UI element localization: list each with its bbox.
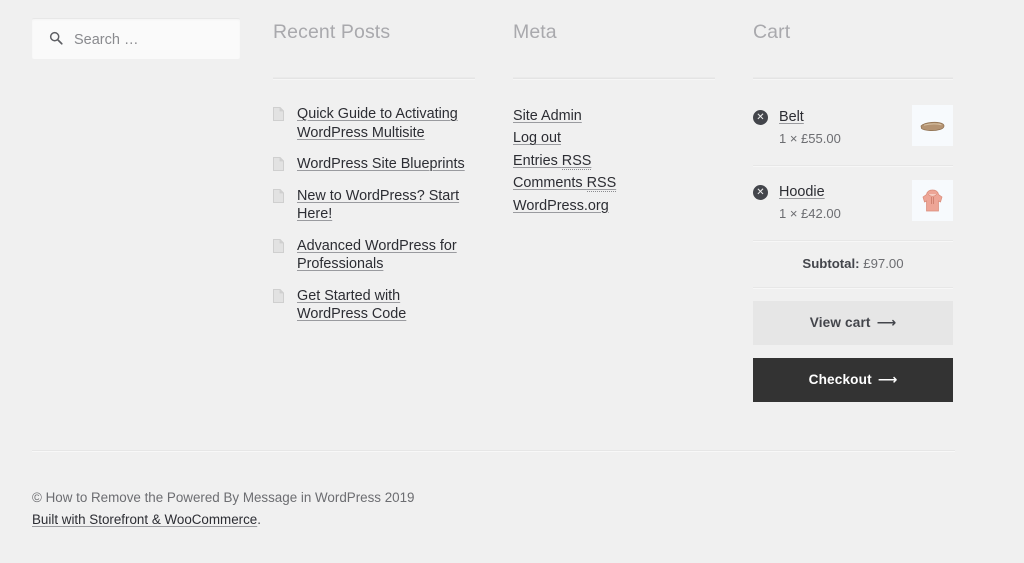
list-item: Site Admin [513,105,715,127]
post-link[interactable]: New to WordPress? Start Here! [297,188,459,223]
meta-link-site-admin[interactable]: Site Admin [513,108,582,124]
divider [273,77,475,79]
view-cart-button[interactable]: View cart ⟶ [753,301,953,345]
meta-title: Meta [513,21,557,43]
list-item: Log out [513,127,715,149]
footer-copyright: © How to Remove the Powered By Message i… [32,490,415,505]
cart-item: ✕ Hoodie 1 × £42.00 [753,166,953,241]
meta-link-wordpress-org[interactable]: WordPress.org [513,198,609,214]
list-item: WordPress Site Blueprints [273,155,475,174]
list-item: New to WordPress? Start Here! [273,187,475,224]
site-footer: © How to Remove the Powered By Message i… [32,487,632,531]
search-input[interactable] [72,19,232,61]
arrow-right-icon: ⟶ [877,372,898,388]
document-icon [273,188,284,203]
document-icon [273,238,284,253]
remove-item-icon[interactable]: ✕ [753,110,768,125]
cart-subtotal: Subtotal: £97.00 [753,241,953,288]
list-item: Advanced WordPress for Professionals [273,237,475,274]
cart-title: Cart [753,21,791,43]
built-with-link[interactable]: Built with Storefront & WooCommerce [32,512,257,527]
meta-widget: Meta Site Admin Log out Entries RSS Comm… [513,18,715,217]
view-cart-label: View cart [809,315,871,330]
list-item: Comments RSS [513,172,715,194]
document-icon [273,157,284,171]
cart-widget: Cart ✕ Belt 1 × £55.00 ✕ Hoodie 1 × £42.… [753,18,953,402]
footer-credit-suffix: . [257,512,261,527]
list-item: Quick Guide to Activating WordPress Mult… [273,105,475,142]
meta-link-entries-rss[interactable]: Entries RSS [513,152,592,170]
checkout-label: Checkout [808,372,872,387]
search-box[interactable] [32,18,240,61]
list-item: WordPress.org [513,195,715,217]
search-icon [49,31,63,45]
widget-area: Recent Posts Quick Guide to Activating W… [0,0,1024,450]
post-link[interactable]: Quick Guide to Activating WordPress Mult… [297,106,458,141]
footer-credit-line: Built with Storefront & WooCommerce. [32,509,632,531]
recent-posts-widget: Recent Posts Quick Guide to Activating W… [273,18,475,324]
rss-abbr: RSS [561,152,592,170]
remove-item-icon[interactable]: ✕ [753,185,768,200]
meta-list: Site Admin Log out Entries RSS Comments … [513,105,715,217]
document-icon [273,107,284,121]
meta-link-comments-rss[interactable]: Comments RSS [513,175,617,193]
post-link[interactable]: Get Started with WordPress Code [297,288,406,323]
rss-abbr: RSS [586,175,617,193]
checkout-button[interactable]: Checkout ⟶ [753,358,953,402]
subtotal-label: Subtotal: [802,256,860,271]
footer-divider [32,450,955,451]
post-link[interactable]: WordPress Site Blueprints [297,156,465,172]
document-icon [273,288,284,303]
belt-thumbnail[interactable] [912,105,953,146]
divider [753,77,953,79]
divider [513,77,715,79]
meta-link-text: Entries [513,152,562,169]
cart-items-list: ✕ Belt 1 × £55.00 ✕ Hoodie 1 × £42.00 [753,91,953,241]
list-item: Get Started with WordPress Code [273,287,475,324]
arrow-right-icon: ⟶ [876,315,897,331]
meta-link-text: Comments [513,175,587,192]
subtotal-value: £97.00 [863,256,904,271]
search-widget [32,18,240,61]
cart-item: ✕ Belt 1 × £55.00 [753,91,953,166]
list-item: Entries RSS [513,150,715,172]
hoodie-thumbnail[interactable] [912,180,953,221]
post-link[interactable]: Advanced WordPress for Professionals [297,238,457,273]
cart-item-name[interactable]: Hoodie [779,184,825,201]
cart-item-name[interactable]: Belt [779,109,804,126]
recent-posts-title: Recent Posts [273,21,391,43]
meta-link-log-out[interactable]: Log out [513,130,561,146]
recent-posts-list: Quick Guide to Activating WordPress Mult… [273,105,475,324]
